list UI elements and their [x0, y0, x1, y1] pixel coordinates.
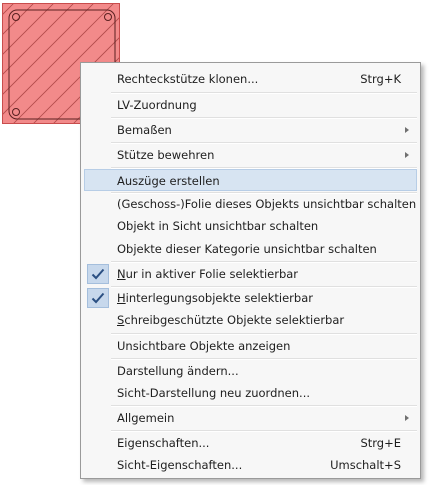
checkmark-icon — [87, 264, 109, 284]
context-menu: Rechteckstütze klonen... Strg+K LV-Zuord… — [80, 62, 421, 479]
menu-item-properties[interactable]: Eigenschaften... Strg+E — [84, 432, 417, 454]
menu-item-label: Darstellung ändern... — [117, 364, 239, 378]
menu-item-reassign-view-display[interactable]: Sicht-Darstellung neu zuordnen... — [84, 382, 417, 404]
checkmark-icon — [87, 288, 109, 308]
menu-item-shortcut: Strg+K — [360, 72, 401, 86]
menu-item-label: Schreibgeschützte Objekte selektierbar — [117, 313, 345, 327]
menu-item-create-schedules[interactable]: Auszüge erstellen — [84, 169, 417, 191]
menu-item-label: Stütze bewehren — [117, 148, 215, 162]
menu-item-shortcut: Umschalt+S — [330, 458, 401, 472]
menu-item-label: Sicht-Darstellung neu zuordnen... — [117, 386, 311, 400]
menu-item-select-active-layer-only[interactable]: Nur in aktiver Folie selektierbar — [84, 263, 417, 285]
menu-item-hide-object-in-view[interactable]: Objekt in Sicht unsichtbar schalten — [84, 215, 417, 237]
menu-item-reinforce-column[interactable]: Stütze bewehren — [84, 144, 417, 166]
menu-item-dimension[interactable]: Bemaßen — [84, 119, 417, 141]
submenu-arrow-icon — [405, 127, 409, 133]
menu-item-label: Hinterlegungsobjekte selektierbar — [117, 291, 313, 305]
menu-item-select-underlay-objects[interactable]: Hinterlegungsobjekte selektierbar — [84, 287, 417, 309]
menu-item-label: Eigenschaften... — [117, 436, 210, 450]
menu-item-clone-column[interactable]: Rechteckstütze klonen... Strg+K — [84, 68, 417, 90]
menu-item-show-hidden-objects[interactable]: Unsichtbare Objekte anzeigen — [84, 335, 417, 357]
menu-item-label: Rechteckstütze klonen... — [117, 72, 259, 86]
menu-item-label: LV-Zuordnung — [117, 98, 197, 112]
submenu-arrow-icon — [405, 152, 409, 158]
menu-item-label: Objekte dieser Kategorie unsichtbar scha… — [117, 242, 377, 256]
submenu-arrow-icon — [405, 415, 409, 421]
menu-item-label: Nur in aktiver Folie selektierbar — [117, 267, 299, 281]
menu-item-label: Unsichtbare Objekte anzeigen — [117, 339, 291, 353]
menu-item-select-readonly-objects[interactable]: Schreibgeschützte Objekte selektierbar — [84, 309, 417, 331]
menu-item-general[interactable]: Allgemein — [84, 407, 417, 429]
menu-item-hide-layer[interactable]: (Geschoss-)Folie dieses Objekts unsichtb… — [84, 193, 417, 215]
menu-item-change-display[interactable]: Darstellung ändern... — [84, 360, 417, 382]
menu-item-label: Auszüge erstellen — [117, 174, 220, 188]
menu-item-lv-assignment[interactable]: LV-Zuordnung — [84, 94, 417, 116]
menu-item-label: (Geschoss-)Folie dieses Objekts unsichtb… — [117, 197, 417, 211]
menu-item-label: Sicht-Eigenschaften... — [117, 458, 243, 472]
menu-item-label: Objekt in Sicht unsichtbar schalten — [117, 219, 319, 233]
menu-item-shortcut: Strg+E — [360, 436, 401, 450]
menu-item-hide-category[interactable]: Objekte dieser Kategorie unsichtbar scha… — [84, 238, 417, 260]
menu-item-label: Bemaßen — [117, 123, 172, 137]
menu-item-label: Allgemein — [117, 411, 175, 425]
menu-item-view-properties[interactable]: Sicht-Eigenschaften... Umschalt+S — [84, 454, 417, 476]
